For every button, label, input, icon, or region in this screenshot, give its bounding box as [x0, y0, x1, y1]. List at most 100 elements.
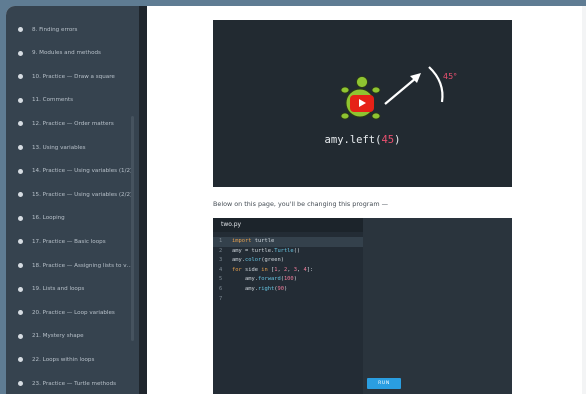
- sidebar-item-label: 10. Practice — Draw a square: [32, 73, 115, 80]
- status-dot-icon: [18, 121, 23, 127]
- status-dot-icon: [18, 97, 23, 103]
- status-dot-icon: [18, 381, 23, 386]
- sidebar-item-label: 13. Using variables: [32, 144, 86, 151]
- sidebar-item[interactable]: 15. Practice — Using variables (2/2): [6, 183, 139, 206]
- sidebar-item-label: 8. Finding errors: [32, 26, 78, 33]
- line-number: 4: [219, 266, 223, 273]
- lesson-sidebar: 8. Finding errors 9. Modules and methods 1…: [6, 6, 139, 394]
- line-number: 6: [219, 286, 223, 292]
- status-dot-icon: [18, 215, 23, 221]
- sidebar-item[interactable]: 8. Finding errors: [6, 18, 139, 41]
- status-dot-icon: [18, 168, 23, 174]
- sidebar-item-label: 21. Mystery shape: [32, 333, 84, 340]
- sidebar-item[interactable]: 14. Practice — Using variables (1/2): [6, 160, 139, 183]
- sidebar-item-label: 14. Practice — Using variables (1/2): [32, 168, 133, 175]
- line-code: for side in [1, 2, 3, 4]:: [232, 266, 313, 276]
- code-token: color: [244, 257, 262, 264]
- code-token: (): [293, 247, 301, 254]
- line-number: 3: [219, 257, 223, 264]
- code-token: amy.: [232, 286, 258, 292]
- code-token: right: [257, 286, 275, 292]
- sidebar-item-label: 17. Practice — Basic loops: [32, 238, 106, 245]
- code-token: ): [283, 286, 288, 292]
- code-caption-suffix: ): [394, 134, 401, 146]
- status-dot-icon: [18, 357, 23, 363]
- sidebar-item[interactable]: 16. Looping: [6, 207, 139, 230]
- code-token: forward: [257, 276, 281, 283]
- file-tab[interactable]: two.py: [213, 218, 363, 232]
- sidebar-divider: [139, 6, 147, 394]
- sidebar-item-label: 18. Practice — Assigning lists to vari..…: [32, 262, 134, 269]
- run-button[interactable]: RUN: [367, 378, 401, 389]
- code-line: 7: [213, 295, 363, 305]
- code-token: turtle: [251, 238, 275, 244]
- sidebar-item-label: 12. Practice — Order matters: [32, 120, 114, 127]
- status-dot-icon: [18, 145, 23, 150]
- code-caption: amy.left(45): [213, 134, 512, 146]
- line-code: import turtle: [232, 237, 274, 247]
- sidebar-item[interactable]: 11. Comments: [6, 89, 139, 112]
- angle-label: 45°: [443, 72, 458, 81]
- sidebar-item-label: 9. Modules and methods: [32, 50, 101, 57]
- sidebar-item[interactable]: 12. Practice — Order matters: [6, 112, 139, 135]
- app-window: 8. Finding errors 9. Modules and methods 1…: [6, 6, 586, 394]
- sidebar-item-label: 20. Practice — Loop variables: [32, 309, 115, 316]
- code-editor: two.py 1 import turtle 2 amy = turtle.Turtl…: [213, 218, 512, 394]
- sidebar-item-label: 11. Comments: [32, 97, 73, 104]
- sidebar-item-label: 23. Practice — Turtle methods: [32, 380, 117, 387]
- sidebar-item[interactable]: 23. Practice — Turtle methods: [6, 372, 139, 394]
- code-line: 6 amy.right(90): [213, 285, 363, 295]
- status-dot-icon: [18, 239, 23, 245]
- code-line: 1 import turtle: [213, 237, 363, 247]
- sidebar-item[interactable]: 13. Using variables: [6, 136, 139, 159]
- sidebar-item[interactable]: 10. Practice — Draw a square: [6, 65, 139, 88]
- sidebar-item[interactable]: 21. Mystery shape: [6, 325, 139, 348]
- sidebar-item-label: 22. Loops within loops: [32, 356, 95, 363]
- status-dot-icon: [18, 263, 23, 268]
- code-token: 100: [283, 276, 294, 283]
- code-caption-prefix: amy.left(: [324, 134, 382, 146]
- line-number: 7: [219, 295, 223, 302]
- sidebar-item[interactable]: 19. Lists and loops: [6, 278, 139, 301]
- line-code: amy = turtle.Turtle(): [232, 247, 300, 257]
- status-dot-icon: [18, 192, 23, 198]
- code-line: 2 amy = turtle.Turtle(): [213, 247, 363, 257]
- lesson-content: 45° amy.left(45) Below on this page, you…: [147, 6, 586, 394]
- angle-arc: [428, 66, 444, 103]
- code-token: ]:: [306, 266, 314, 273]
- status-dot-icon: [18, 27, 23, 32]
- line-number: 5: [219, 276, 223, 283]
- output-pane: [363, 218, 512, 394]
- code-line: 3 amy.color(green): [213, 256, 363, 266]
- code-token: (green): [261, 257, 284, 264]
- line-number: 1: [219, 238, 223, 244]
- code-token: ): [293, 276, 297, 283]
- status-dot-icon: [18, 50, 23, 56]
- code-caption-argument: 45: [381, 134, 395, 146]
- line-code: amy.color(green): [232, 256, 284, 266]
- page-scrollbar[interactable]: [582, 6, 586, 394]
- code-token: amy.: [232, 257, 245, 264]
- status-dot-icon: [18, 333, 23, 339]
- intro-text: Below on this page, you'll be changing t…: [213, 200, 388, 208]
- sidebar-item-label: 19. Lists and loops: [32, 286, 85, 293]
- code-token: amy.: [232, 276, 258, 283]
- sidebar-item[interactable]: 18. Practice — Assigning lists to vari..…: [6, 254, 139, 277]
- sidebar-item[interactable]: 17. Practice — Basic loops: [6, 230, 139, 253]
- code-token: side: [241, 266, 262, 273]
- sidebar-item-label: 15. Practice — Using variables (2/2): [32, 191, 133, 198]
- sidebar-item-label: 16. Looping: [32, 215, 65, 222]
- sidebar-scrollbar[interactable]: [131, 116, 134, 341]
- play-icon[interactable]: [350, 95, 374, 112]
- video-player[interactable]: 45° amy.left(45): [213, 20, 512, 187]
- status-dot-icon: [18, 74, 23, 80]
- status-dot-icon: [18, 286, 23, 292]
- sidebar-item[interactable]: 9. Modules and methods: [6, 42, 139, 65]
- code-line: 5 amy.forward(100): [213, 275, 363, 285]
- code-token: import: [232, 238, 252, 244]
- code-token: Turtle: [274, 247, 294, 254]
- arrow-icon: [384, 73, 421, 105]
- sidebar-item[interactable]: 20. Practice — Loop variables: [6, 301, 139, 324]
- code-pane[interactable]: two.py 1 import turtle 2 amy = turtle.Turtl…: [213, 218, 363, 394]
- sidebar-item[interactable]: 22. Loops within loops: [6, 348, 139, 371]
